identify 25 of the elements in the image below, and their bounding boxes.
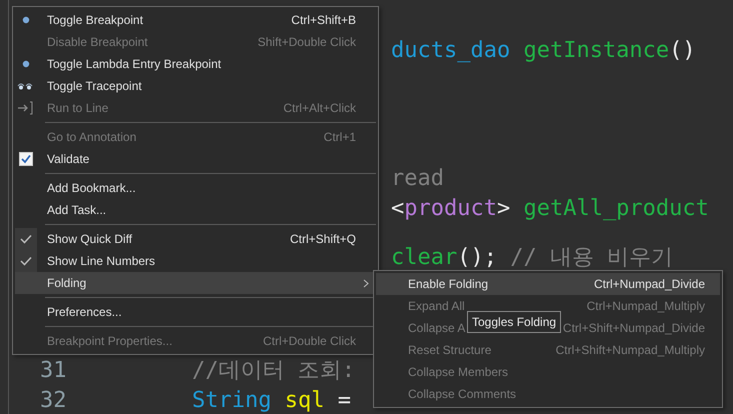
- code-line: //데이터 조회:: [192, 357, 355, 385]
- glasses-icon: [17, 82, 35, 90]
- line-number: 31: [40, 358, 67, 382]
- menu-item[interactable]: Add Bookmark...: [15, 177, 376, 199]
- line-number: 32: [40, 388, 67, 412]
- code-line: String sql =: [192, 388, 351, 412]
- breakpoint-dot-icon: [22, 16, 30, 24]
- tooltip: Toggles Folding: [467, 311, 562, 333]
- menu-item[interactable]: Enable Folding Ctrl+Numpad_Divide: [376, 273, 720, 295]
- menu-item[interactable]: Preferences...: [15, 301, 376, 323]
- menu-item[interactable]: Toggle Breakpoint Ctrl+Shift+B: [15, 9, 376, 31]
- menu-item[interactable]: Show Quick Diff Ctrl+Shift+Q: [15, 228, 376, 250]
- code-line: clear(); // 내용 비우기: [391, 244, 674, 272]
- menu-item[interactable]: Validate: [15, 148, 376, 170]
- menu-item[interactable]: Toggle Tracepoint: [15, 75, 376, 97]
- code-line: ducts_dao getInstance(): [391, 38, 696, 62]
- breakpoint-dot-icon: [22, 60, 30, 68]
- code-line: <product> getAll_product: [391, 196, 709, 220]
- code-line: read: [391, 166, 444, 190]
- menu-item[interactable]: Add Task...: [15, 199, 376, 221]
- menu-item[interactable]: Toggle Lambda Entry Breakpoint: [15, 53, 376, 75]
- menu-item[interactable]: Show Line Numbers: [15, 250, 376, 272]
- checkbox[interactable]: [19, 152, 33, 166]
- menu-item[interactable]: Folding: [15, 272, 376, 294]
- arrow-to-line-icon: [17, 101, 35, 115]
